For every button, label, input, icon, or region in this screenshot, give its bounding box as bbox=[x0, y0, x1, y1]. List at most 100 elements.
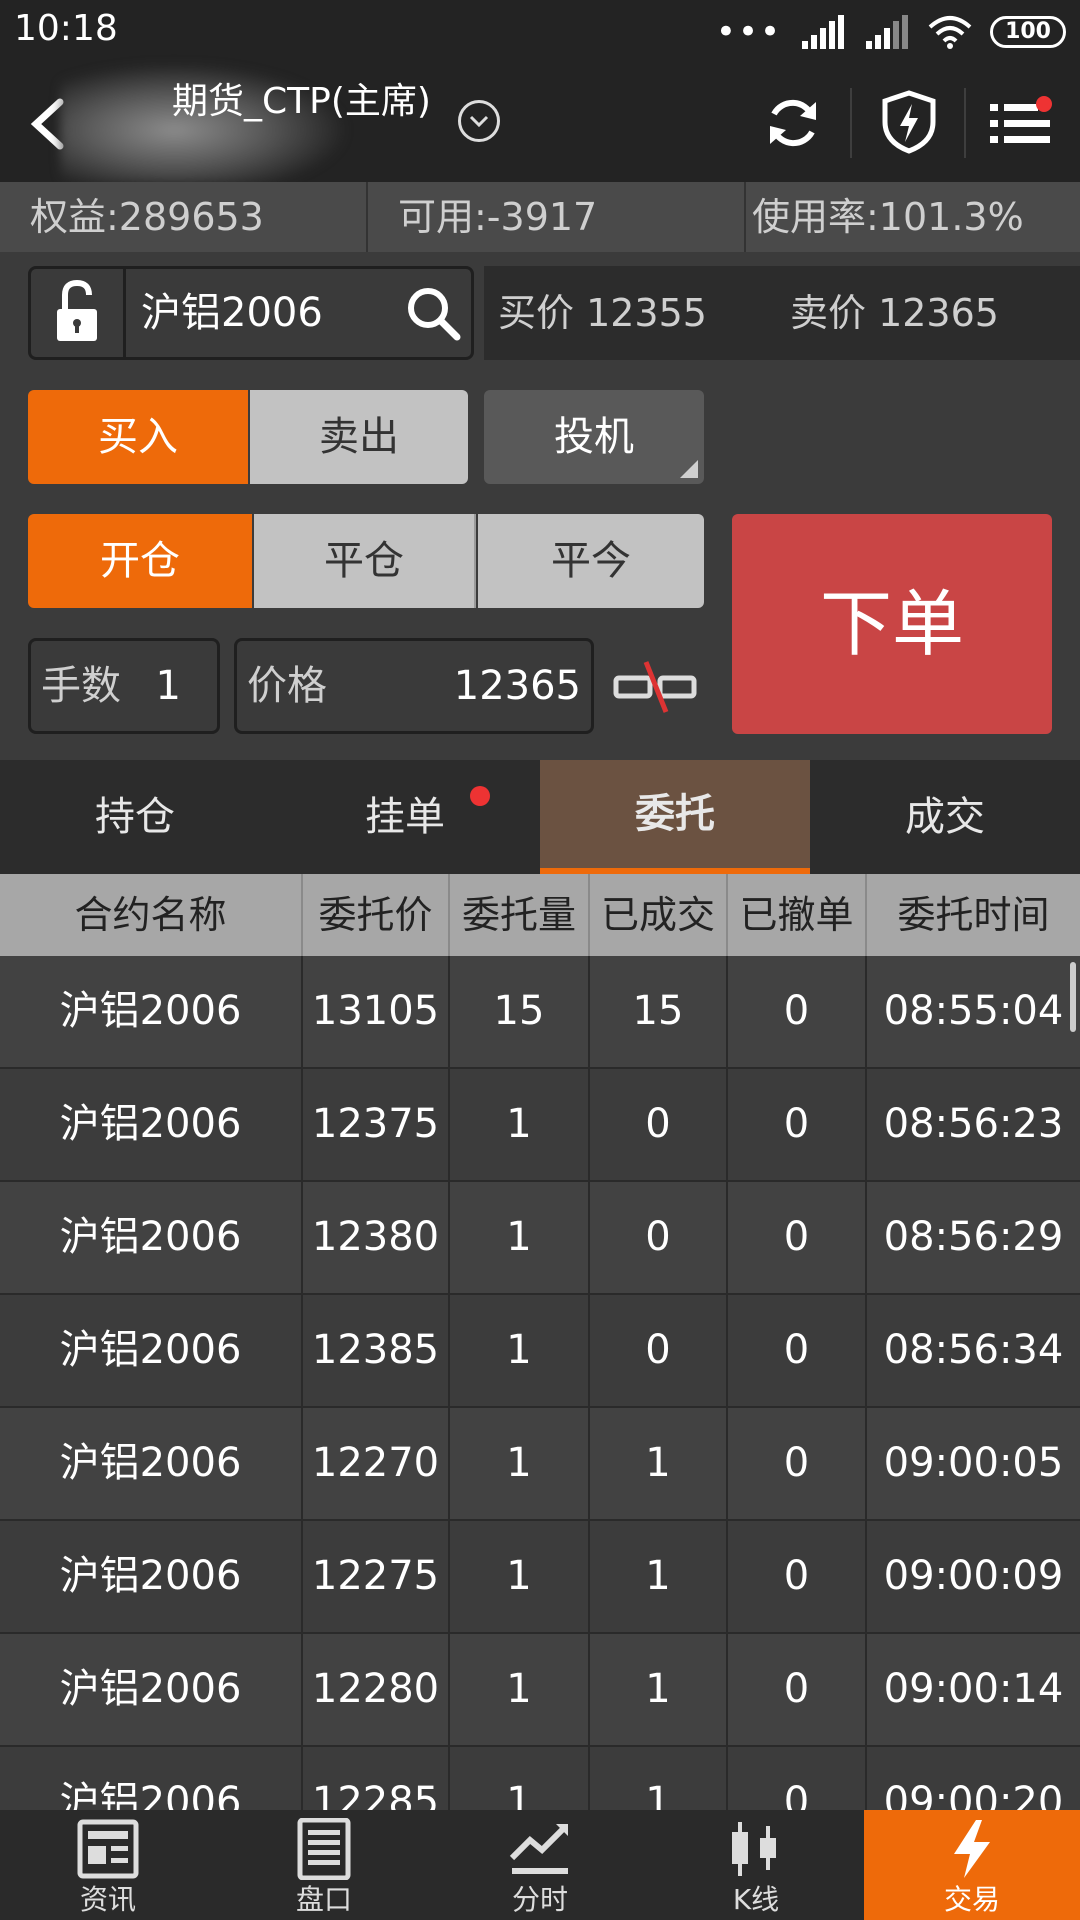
candlestick-icon bbox=[732, 1822, 776, 1876]
column-header: 委托量 bbox=[450, 874, 590, 956]
tab-label: 成交 bbox=[905, 794, 985, 840]
cell-contract: 沪铝2006 bbox=[0, 956, 303, 1067]
table-row[interactable]: 沪铝2006 12285 1 1 0 09:00:20 bbox=[0, 1747, 1080, 1810]
table-row[interactable]: 沪铝2006 12375 1 0 0 08:56:23 bbox=[0, 1069, 1080, 1182]
nav-kline[interactable]: K线 bbox=[648, 1810, 864, 1920]
tab-pending-orders[interactable]: 挂单 bbox=[270, 760, 540, 874]
cell-contract: 沪铝2006 bbox=[0, 1521, 303, 1632]
cell-filled: 0 bbox=[590, 1295, 728, 1406]
table-row[interactable]: 沪铝2006 12280 1 1 0 09:00:14 bbox=[0, 1634, 1080, 1747]
cell-filled: 0 bbox=[590, 1069, 728, 1180]
cell-filled: 1 bbox=[590, 1521, 728, 1632]
cell-quantity: 15 bbox=[450, 956, 590, 1067]
orders-table-header: 合约名称 委托价 委托量 已成交 已撤单 委托时间 bbox=[0, 874, 1080, 956]
quantity-label: 手数 bbox=[41, 663, 121, 709]
wifi-icon bbox=[928, 16, 972, 49]
sell-button[interactable]: 卖出 bbox=[250, 390, 468, 484]
cell-time: 09:00:20 bbox=[883, 1779, 1064, 1810]
column-header: 委托价 bbox=[303, 874, 450, 956]
nav-label: K线 bbox=[732, 1883, 780, 1916]
nav-label: 资讯 bbox=[79, 1883, 136, 1916]
quantity-field[interactable]: 手数 1 bbox=[28, 638, 220, 734]
cell-price: 12285 bbox=[303, 1747, 450, 1810]
battery-indicator: 100 bbox=[990, 16, 1066, 48]
contract-search-box[interactable]: 沪铝2006 bbox=[28, 266, 474, 360]
lightning-icon bbox=[954, 1820, 990, 1878]
status-bar: 10:18 ••• 100 bbox=[0, 0, 1080, 66]
cell-contract: 沪铝2006 bbox=[0, 1069, 303, 1180]
account-name[interactable]: 期货_CTP(主席) bbox=[172, 72, 431, 124]
column-header: 委托时间 bbox=[897, 893, 1050, 937]
close-position-button[interactable]: 平仓 bbox=[254, 514, 476, 608]
header-separator-2 bbox=[964, 88, 966, 158]
cell-quantity: 1 bbox=[450, 1182, 590, 1293]
cell-price: 12380 bbox=[303, 1182, 450, 1293]
more-dots-icon: ••• bbox=[715, 12, 783, 52]
cell-contract: 沪铝2006 bbox=[0, 1182, 303, 1293]
cell-cancelled: 0 bbox=[728, 1634, 867, 1745]
refresh-icon[interactable] bbox=[764, 94, 822, 152]
tab-trades[interactable]: 成交 bbox=[810, 760, 1080, 874]
status-icons: ••• 100 bbox=[716, 12, 1066, 52]
tab-label: 委托 bbox=[635, 791, 715, 837]
nav-trade[interactable]: 交易 bbox=[864, 1810, 1080, 1920]
lock-toggle[interactable] bbox=[31, 269, 126, 357]
speculation-select[interactable]: 投机 bbox=[484, 390, 704, 484]
cell-contract: 沪铝2006 bbox=[0, 1747, 303, 1810]
search-icon[interactable] bbox=[405, 285, 461, 341]
cell-price: 13105 bbox=[303, 956, 450, 1067]
nav-news[interactable]: 资讯 bbox=[0, 1810, 216, 1920]
tab-orders[interactable]: 委托 bbox=[540, 760, 810, 874]
nav-timeshare[interactable]: 分时 bbox=[432, 1810, 648, 1920]
bid-price: 买价 12355 bbox=[498, 291, 707, 335]
cell-time: 09:00:09 bbox=[883, 1553, 1064, 1599]
nav-label: 交易 bbox=[943, 1883, 1000, 1916]
timeshare-chart-icon bbox=[509, 1824, 568, 1874]
quote-panel: 买价 12355 卖价 12365 bbox=[484, 266, 1080, 360]
cell-time: 08:56:23 bbox=[883, 1101, 1064, 1147]
available-value: 可用:-3917 bbox=[366, 182, 744, 252]
shield-icon[interactable] bbox=[880, 90, 938, 154]
cell-filled: 0 bbox=[590, 1182, 728, 1293]
cell-cancelled: 0 bbox=[728, 1747, 867, 1810]
column-header: 已成交 bbox=[590, 874, 728, 956]
buy-button[interactable]: 买入 bbox=[28, 390, 248, 484]
table-row[interactable]: 沪铝2006 12275 1 1 0 09:00:09 bbox=[0, 1521, 1080, 1634]
cell-contract: 沪铝2006 bbox=[0, 1634, 303, 1745]
cell-cancelled: 0 bbox=[728, 1521, 867, 1632]
price-field[interactable]: 价格 12365 bbox=[234, 638, 594, 734]
table-scrollbar[interactable] bbox=[1070, 962, 1076, 1032]
cell-price: 12375 bbox=[303, 1069, 450, 1180]
orders-table-body[interactable]: 沪铝2006 13105 15 15 0 08:55:04 沪铝2006 12375 1 0 0 0… bbox=[0, 956, 1080, 1810]
contract-input[interactable]: 沪铝2006 bbox=[141, 269, 323, 357]
table-row[interactable]: 沪铝2006 13105 15 15 0 08:55:04 bbox=[0, 956, 1080, 1069]
tab-positions[interactable]: 持仓 bbox=[0, 760, 270, 874]
close-today-button[interactable]: 平今 bbox=[478, 514, 704, 608]
quantity-value[interactable]: 1 bbox=[156, 641, 181, 731]
cell-quantity: 1 bbox=[450, 1069, 590, 1180]
cell-time: 08:56:29 bbox=[883, 1214, 1064, 1260]
table-row[interactable]: 沪铝2006 12380 1 0 0 08:56:29 bbox=[0, 1182, 1080, 1295]
ask-price: 卖价 12365 bbox=[790, 291, 999, 335]
nav-order-book[interactable]: 盘口 bbox=[216, 1810, 432, 1920]
open-position-button[interactable]: 开仓 bbox=[28, 514, 252, 608]
price-label: 价格 bbox=[247, 663, 327, 709]
menu-icon[interactable] bbox=[990, 96, 1054, 150]
unlink-icon[interactable] bbox=[612, 658, 698, 716]
cell-filled: 1 bbox=[590, 1747, 728, 1810]
unlock-icon bbox=[57, 279, 97, 341]
cell-contract: 沪铝2006 bbox=[0, 1295, 303, 1406]
place-order-button[interactable]: 下单 bbox=[732, 514, 1052, 734]
table-row[interactable]: 沪铝2006 12385 1 0 0 08:56:34 bbox=[0, 1295, 1080, 1408]
price-value[interactable]: 12365 bbox=[454, 641, 581, 731]
record-tabs: 持仓 挂单 委托 成交 bbox=[0, 760, 1080, 874]
cell-cancelled: 0 bbox=[728, 956, 867, 1067]
chevron-down-icon[interactable] bbox=[458, 100, 500, 142]
account-summary: 权益:289653 可用:-3917 使用率:101.3% bbox=[0, 182, 1080, 252]
cell-filled: 1 bbox=[590, 1634, 728, 1745]
tab-label: 持仓 bbox=[95, 794, 175, 840]
table-row[interactable]: 沪铝2006 12270 1 1 0 09:00:05 bbox=[0, 1408, 1080, 1521]
cell-cancelled: 0 bbox=[728, 1295, 867, 1406]
cell-quantity: 1 bbox=[450, 1295, 590, 1406]
tab-label: 挂单 bbox=[365, 794, 445, 840]
